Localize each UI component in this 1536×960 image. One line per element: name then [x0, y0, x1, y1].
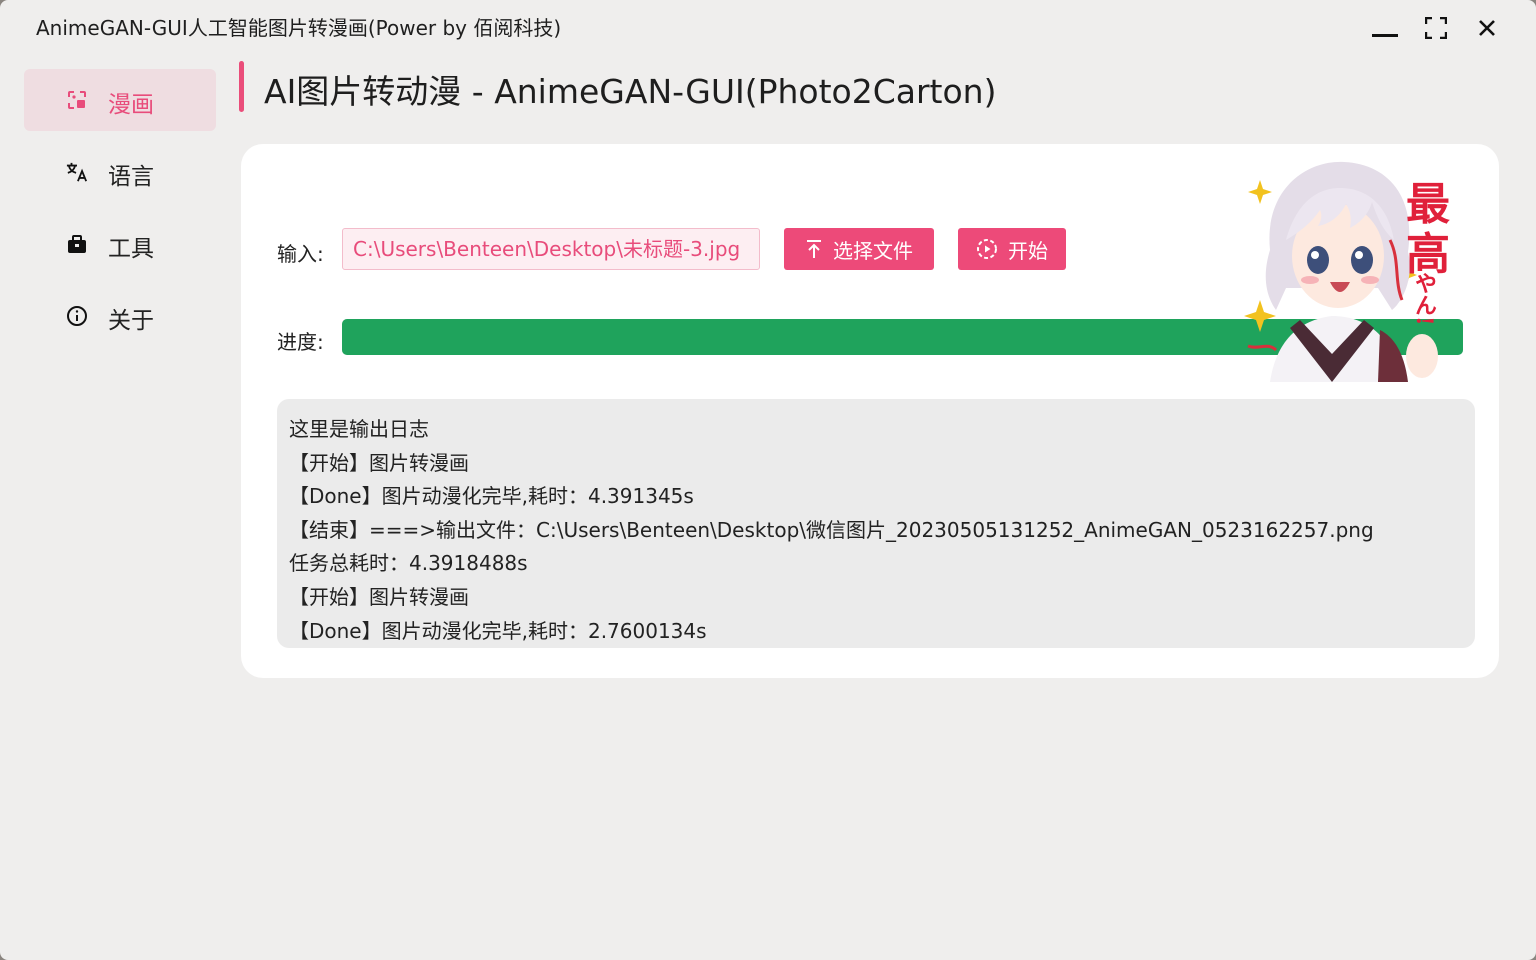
sidebar-item-label: 关于 — [108, 308, 154, 334]
info-icon — [66, 305, 88, 327]
translate-icon — [66, 161, 88, 183]
input-path-field[interactable]: C:\Users\Benteen\Desktop\未标题-3.jpg — [342, 228, 760, 270]
log-line: 【开始】图片转漫画 — [289, 450, 469, 475]
page-title-accent — [239, 61, 244, 112]
image-edit-icon — [66, 89, 88, 111]
window-title: AnimeGAN-GUI人工智能图片转漫画(Power by 佰阅科技) — [36, 16, 562, 40]
log-line: 【Done】图片动漫化完毕,耗时：4.391345s — [289, 484, 694, 509]
sidebar-item-label: 语言 — [108, 164, 154, 190]
log-line: 【结束】===>输出文件：C:\Users\Benteen\Desktop\微信… — [289, 517, 1374, 542]
log-line: 【Done】图片动漫化完毕,耗时：2.7600134s — [289, 618, 707, 643]
minimize-icon — [1372, 34, 1398, 37]
upload-icon — [807, 240, 821, 258]
start-button[interactable]: 开始 — [958, 228, 1066, 270]
play-circle-icon — [977, 239, 997, 259]
minimize-button[interactable] — [1363, 10, 1407, 46]
close-button[interactable] — [1465, 10, 1509, 46]
log-line: 【开始】图片转漫画 — [289, 584, 469, 609]
close-icon — [1479, 20, 1495, 36]
select-file-button[interactable]: 选择文件 — [784, 228, 934, 270]
app-window: AnimeGAN-GUI人工智能图片转漫画(Power by 佰阅科技) 漫画 … — [0, 0, 1536, 960]
title-bar[interactable]: AnimeGAN-GUI人工智能图片转漫画(Power by 佰阅科技) — [0, 0, 1536, 54]
maximize-button[interactable] — [1414, 10, 1458, 46]
sidebar-item-tools[interactable]: 工具 — [24, 213, 216, 275]
input-label: 输入: — [277, 242, 324, 266]
page-title: AI图片转动漫 - AnimeGAN-GUI(Photo2Carton) — [264, 72, 997, 111]
sidebar-item-comic[interactable]: 漫画 — [24, 69, 216, 131]
select-file-label: 选择文件 — [833, 238, 913, 263]
mascot-caption-3: やん! — [1411, 272, 1437, 326]
fullscreen-icon — [1425, 17, 1447, 39]
sidebar-item-label: 工具 — [108, 236, 154, 262]
start-label: 开始 — [1008, 238, 1048, 263]
sidebar-item-label: 漫画 — [108, 92, 154, 118]
log-line: 任务总耗时：4.3918488s — [289, 551, 528, 576]
log-line: 这里是输出日志 — [289, 417, 429, 441]
sidebar-item-about[interactable]: 关于 — [24, 285, 216, 347]
output-log[interactable]: 这里是输出日志 【开始】图片转漫画 【Done】图片动漫化完毕,耗时：4.391… — [277, 399, 1475, 648]
sidebar-item-language[interactable]: 语言 — [24, 141, 216, 203]
mascot-image: 最 高 やん! — [1230, 160, 1470, 382]
progress-label: 进度: — [277, 330, 324, 354]
toolbox-icon — [66, 233, 88, 255]
